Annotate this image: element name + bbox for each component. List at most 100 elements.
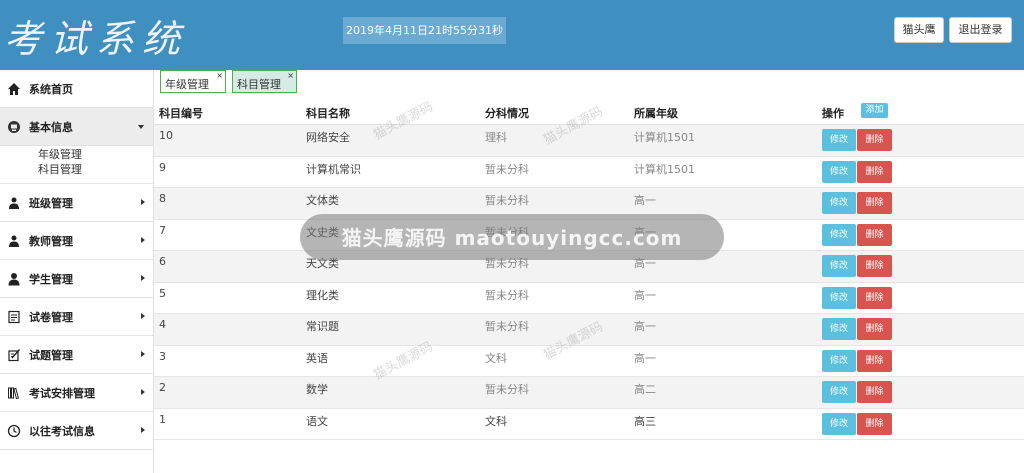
student-icon <box>6 271 22 287</box>
cell-grade: 计算机1501 <box>634 162 695 176</box>
edit-button[interactable]: 修改 <box>822 223 856 246</box>
delete-button[interactable]: 删除 <box>857 381 892 403</box>
sidebar-item-label: 试卷管理 <box>29 310 73 324</box>
cell-subject-name: 理化类 <box>306 288 339 302</box>
sidebar-item-teacher[interactable]: 教师管理 <box>0 222 153 260</box>
sidebar-item-label: 系统首页 <box>29 82 73 96</box>
add-button[interactable]: 添加 <box>861 103 888 118</box>
sidebar-item-label: 班级管理 <box>29 196 73 210</box>
sidebar-item-label: 基本信息 <box>29 120 73 134</box>
edit-button[interactable]: 修改 <box>822 286 856 309</box>
watermark-text: 猫头鹰源码 maotouyingcc.com <box>341 226 683 250</box>
delete-button[interactable]: 删除 <box>857 412 892 435</box>
delete-button[interactable]: 删除 <box>857 349 892 372</box>
tab-subject-management[interactable]: 科目管理 × <box>232 70 297 93</box>
cell-subject-id: 5 <box>159 286 166 300</box>
cell-division: 暂未分科 <box>485 162 529 176</box>
cell-subject-id: 3 <box>159 349 166 363</box>
edit-button[interactable]: 修改 <box>822 192 856 214</box>
edit-button[interactable]: 修改 <box>822 412 856 435</box>
header-subject-name: 科目名称 <box>306 107 350 120</box>
subnav-grade-management[interactable]: 年级管理 <box>38 147 153 162</box>
cell-subject-name: 网络安全 <box>306 131 350 144</box>
sidebar-item-student[interactable]: 学生管理 <box>0 260 153 298</box>
tab-label: 科目管理 <box>237 78 281 91</box>
cell-subject-name: 常识题 <box>306 320 339 333</box>
delete-button[interactable]: 删除 <box>857 318 892 340</box>
sidebar-item-label: 以往考试信息 <box>29 424 95 438</box>
close-icon[interactable]: × <box>216 72 223 80</box>
cell-grade: 高一 <box>634 351 656 365</box>
cell-subject-name: 文体类 <box>306 194 339 207</box>
sidebar-item-label: 学生管理 <box>29 272 73 286</box>
class-icon <box>6 195 22 211</box>
question-icon <box>6 347 22 363</box>
edit-button[interactable]: 修改 <box>822 318 856 340</box>
teacher-icon <box>6 233 22 249</box>
info-icon <box>6 119 22 135</box>
delete-button[interactable]: 删除 <box>857 223 892 246</box>
chevron-right-icon <box>141 237 145 243</box>
table-row: 5 理化类 暂未分科 高一 修改 删除 <box>154 283 1024 314</box>
sidebar-item-exam-schedule[interactable]: 考试安排管理 <box>0 374 153 412</box>
chevron-right-icon <box>141 199 145 205</box>
sidebar-item-class[interactable]: 班级管理 <box>0 184 153 222</box>
subnav-subject-management[interactable]: 科目管理 <box>38 162 153 177</box>
cell-subject-id: 1 <box>159 412 166 426</box>
cell-subject-id: 4 <box>159 318 166 331</box>
tab-grade-management[interactable]: 年级管理 × <box>160 70 226 93</box>
delete-button[interactable]: 删除 <box>857 160 892 183</box>
clock-icon <box>6 423 22 439</box>
chevron-right-icon <box>141 389 145 395</box>
table-row: 10 网络安全 理科 计算机1501 修改 删除 <box>154 125 1024 157</box>
cell-subject-id: 7 <box>159 223 166 237</box>
sidebar-item-past-exams[interactable]: 以往考试信息 <box>0 412 153 450</box>
header: 考试系统 2019年4月11日21时55分31秒 猫头鹰 退出登录 <box>0 0 1024 70</box>
cell-grade: 高一 <box>634 288 656 302</box>
edit-button[interactable]: 修改 <box>822 255 856 277</box>
cell-subject-id: 6 <box>159 255 166 268</box>
cell-subject-name: 英语 <box>306 351 328 365</box>
cell-subject-name: 语文 <box>306 414 328 428</box>
sidebar-item-basic-info[interactable]: 基本信息 <box>0 108 153 146</box>
edit-button[interactable]: 修改 <box>822 381 856 403</box>
cell-grade: 高一 <box>634 320 656 333</box>
cell-division: 暂未分科 <box>485 288 529 302</box>
cell-subject-id: 9 <box>159 160 166 174</box>
sidebar-item-home[interactable]: 系统首页 <box>0 70 153 108</box>
table-header: 科目编号 科目名称 分科情况 所属年级 操作 添加 <box>154 96 1024 125</box>
sidebar-item-label: 试题管理 <box>29 348 73 362</box>
sidebar-item-label: 教师管理 <box>29 234 73 248</box>
edit-button[interactable]: 修改 <box>822 160 856 183</box>
chevron-right-icon <box>141 313 145 319</box>
sidebar-item-question[interactable]: 试题管理 <box>0 336 153 374</box>
delete-button[interactable]: 删除 <box>857 255 892 277</box>
sidebar-item-label: 考试安排管理 <box>29 386 95 400</box>
chevron-down-icon <box>138 125 144 129</box>
edit-button[interactable]: 修改 <box>822 349 856 372</box>
table-row: 4 常识题 暂未分科 高一 修改 删除 <box>154 314 1024 346</box>
delete-button[interactable]: 删除 <box>857 129 892 151</box>
logout-button[interactable]: 退出登录 <box>949 17 1012 43</box>
sidebar-subnav: 年级管理 科目管理 <box>0 146 153 184</box>
app-logo: 考试系统 <box>4 17 189 61</box>
sidebar: 系统首页 基本信息 年级管理 科目管理 班级管理 教师管理 学生管理 试卷管理 … <box>0 70 154 473</box>
cell-division: 暂未分科 <box>485 383 529 396</box>
user-button[interactable]: 猫头鹰 <box>894 17 944 43</box>
delete-button[interactable]: 删除 <box>857 286 892 309</box>
header-division: 分科情况 <box>485 107 529 120</box>
header-grade: 所属年级 <box>634 107 678 120</box>
cell-grade: 高二 <box>634 383 656 396</box>
edit-button[interactable]: 修改 <box>822 129 856 151</box>
header-subject-id: 科目编号 <box>159 107 203 120</box>
sidebar-item-paper[interactable]: 试卷管理 <box>0 298 153 336</box>
delete-button[interactable]: 删除 <box>857 192 892 214</box>
cell-grade: 计算机1501 <box>634 131 695 144</box>
close-icon[interactable]: × <box>287 72 294 80</box>
header-actions: 操作 <box>822 107 844 120</box>
tab-bar: 年级管理 × 科目管理 × <box>154 70 1024 94</box>
chevron-right-icon <box>141 351 145 357</box>
cell-division: 文科 <box>485 414 507 428</box>
paper-icon <box>6 309 22 325</box>
cell-division: 暂未分科 <box>485 320 529 333</box>
